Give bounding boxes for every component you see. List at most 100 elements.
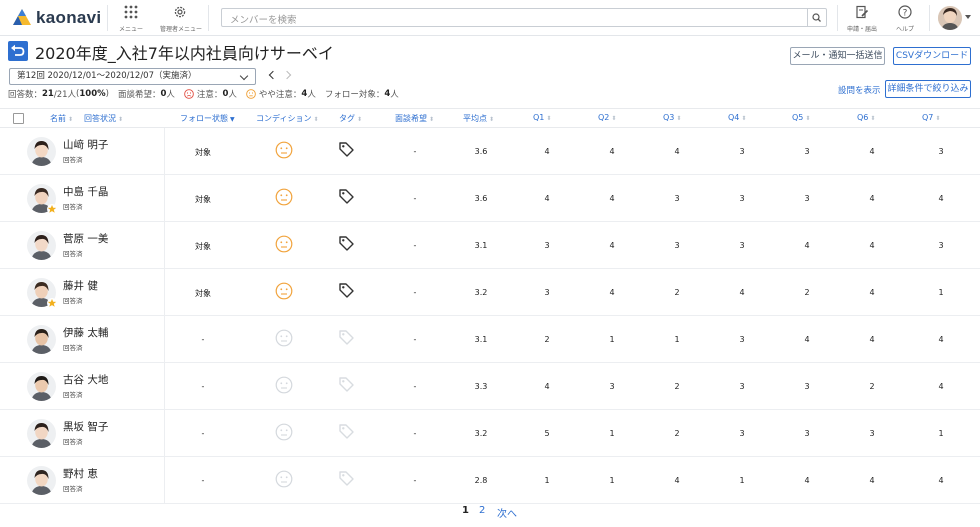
table-row[interactable]: 黒坂 智子 回答済 - - 3.2 5 1 2 3 3 3 1	[0, 410, 980, 457]
table-row[interactable]: 伊藤 太輔 回答済 - - 3.1 2 1 1 3 4 4 4	[0, 316, 980, 363]
col-q2[interactable]: Q2 ⬍	[598, 113, 616, 122]
tag-icon[interactable]	[338, 141, 355, 158]
follow-state[interactable]: -	[183, 476, 223, 485]
page-1[interactable]: 1	[462, 505, 469, 516]
tag-icon[interactable]	[338, 235, 355, 252]
member-name[interactable]: 藤井 健	[63, 278, 98, 293]
condition-face-empty-icon[interactable]	[275, 376, 293, 394]
col-status-label: 回答状況	[84, 114, 116, 123]
follow-state[interactable]: 対象	[183, 147, 223, 158]
member-photo[interactable]	[27, 231, 56, 260]
kaonavi-logo[interactable]: kaonavi	[12, 7, 101, 29]
logo-icon	[13, 9, 31, 25]
csv-download-button[interactable]: CSVダウンロード	[893, 47, 971, 65]
user-photo	[938, 6, 962, 30]
table-row[interactable]: 藤井 健回答済 対象 - 3.2 3 4 2 4 2 4 1	[0, 269, 980, 316]
star-badge-icon	[47, 298, 57, 308]
slight-caution-face-icon	[245, 89, 256, 99]
condition-face-icon[interactable]	[275, 141, 293, 159]
condition-face-empty-icon[interactable]	[275, 470, 293, 488]
tag-empty-icon[interactable]	[338, 376, 355, 393]
admin-menu-button[interactable]: 管理者メニュー	[160, 4, 202, 33]
q5-value: 4	[804, 241, 810, 250]
tag-empty-icon[interactable]	[338, 423, 355, 440]
col-follow-label: フォロー状態	[180, 114, 228, 123]
col-follow[interactable]: フォロー状態 ▼	[180, 113, 235, 124]
col-q5[interactable]: Q5 ⬍	[792, 113, 810, 122]
table-row[interactable]: 中島 千晶 回答済 対象 - 3.6 4 4 3 3 3 4 4	[0, 175, 980, 222]
follow-state[interactable]: -	[183, 382, 223, 391]
help-button[interactable]: ? ヘルプ	[885, 4, 925, 33]
col-tag[interactable]: タグ ⬍	[339, 113, 362, 124]
apply-button[interactable]: 申請・届出	[842, 4, 882, 33]
table-row[interactable]: 菅原 一美 回答済 対象 - 3.1 3 4 3 3 4 4 3	[0, 222, 980, 269]
page-2-link[interactable]: 2	[479, 505, 485, 516]
chevron-down-icon	[239, 71, 249, 81]
member-photo[interactable]	[27, 419, 56, 448]
user-avatar[interactable]	[938, 6, 962, 30]
condition-face-icon[interactable]	[275, 235, 293, 253]
q4-value: 3	[739, 194, 745, 203]
member-name[interactable]: 中島 千晶	[63, 184, 108, 199]
member-name[interactable]: 野村 恵	[63, 466, 98, 481]
member-name[interactable]: 黒坂 智子	[63, 419, 108, 434]
member-name[interactable]: 古谷 大地	[63, 372, 108, 387]
condition-face-empty-icon[interactable]	[275, 329, 293, 347]
table-row[interactable]: 山﨑 明子 回答済 対象 - 3.6 4 4 4 3 3 4 3	[0, 128, 980, 175]
q3-value: 3	[674, 194, 680, 203]
q1-value: 3	[544, 288, 550, 297]
follow-state[interactable]: 対象	[183, 241, 223, 252]
table-row[interactable]: 古谷 大地 回答済 - - 3.3 4 3 2 3 3 2 4	[0, 363, 980, 410]
col-q3[interactable]: Q3 ⬍	[663, 113, 681, 122]
follow-state[interactable]: -	[183, 429, 223, 438]
col-q4[interactable]: Q4 ⬍	[728, 113, 746, 122]
col-avg[interactable]: 平均点 ⬍	[463, 113, 494, 124]
select-all-checkbox[interactable]	[13, 113, 24, 124]
round-select[interactable]: 第12回 2020/12/01〜2020/12/07（実施済）	[9, 68, 256, 85]
member-photo[interactable]	[27, 137, 56, 166]
q5-value: 3	[804, 147, 810, 156]
member-name[interactable]: 菅原 一美	[63, 231, 108, 246]
tag-icon[interactable]	[338, 188, 355, 205]
col-q6[interactable]: Q6 ⬍	[857, 113, 875, 122]
col-q1[interactable]: Q1 ⬍	[533, 113, 551, 122]
next-page-link[interactable]: 次へ	[497, 505, 517, 520]
col-name[interactable]: 名前 ⬍	[50, 113, 73, 124]
col-q7[interactable]: Q7 ⬍	[922, 113, 940, 122]
avg-value: 3.1	[474, 335, 488, 344]
interview-value: -	[413, 429, 417, 438]
table-row[interactable]: 野村 恵回答済 - - 2.8 1 1 4 1 4 4 4	[0, 457, 980, 504]
follow-state[interactable]: 対象	[183, 288, 223, 299]
condition-face-icon[interactable]	[275, 282, 293, 300]
member-name[interactable]: 山﨑 明子	[63, 137, 108, 152]
back-button[interactable]	[8, 41, 28, 61]
tag-icon[interactable]	[338, 282, 355, 299]
member-photo[interactable]	[27, 372, 56, 401]
follow-state[interactable]: 対象	[183, 194, 223, 205]
responses-label: 回答数：	[8, 90, 43, 100]
next-round-arrow-icon[interactable]	[282, 70, 292, 80]
member-name[interactable]: 伊藤 太輔	[63, 325, 108, 340]
q1-value: 5	[544, 429, 550, 438]
member-photo[interactable]	[27, 325, 56, 354]
col-q1-label: Q1	[533, 113, 545, 122]
tag-empty-icon[interactable]	[338, 329, 355, 346]
menu-button[interactable]: メニュー	[111, 4, 151, 33]
grid-icon	[124, 5, 138, 19]
follow-state[interactable]: -	[183, 335, 223, 344]
tag-empty-icon[interactable]	[338, 470, 355, 487]
bulk-mail-button[interactable]: メール・通知一括送信	[790, 47, 885, 65]
col-interview[interactable]: 面談希望 ⬍	[395, 113, 434, 124]
col-status[interactable]: 回答状況 ⬍	[84, 113, 123, 124]
svg-text:?: ?	[903, 8, 908, 18]
chevron-down-icon[interactable]	[965, 15, 971, 19]
col-condition[interactable]: コンディション ⬍	[256, 113, 318, 124]
search-button[interactable]	[807, 9, 826, 26]
prev-round-arrow-icon[interactable]	[268, 70, 278, 80]
filter-button[interactable]: 詳細条件で絞り込み	[885, 80, 971, 98]
member-search[interactable]: メンバーを検索	[221, 8, 827, 27]
show-questions-link[interactable]: 設問を表示	[838, 84, 881, 96]
condition-face-icon[interactable]	[275, 188, 293, 206]
condition-face-empty-icon[interactable]	[275, 423, 293, 441]
member-photo[interactable]	[27, 466, 56, 495]
